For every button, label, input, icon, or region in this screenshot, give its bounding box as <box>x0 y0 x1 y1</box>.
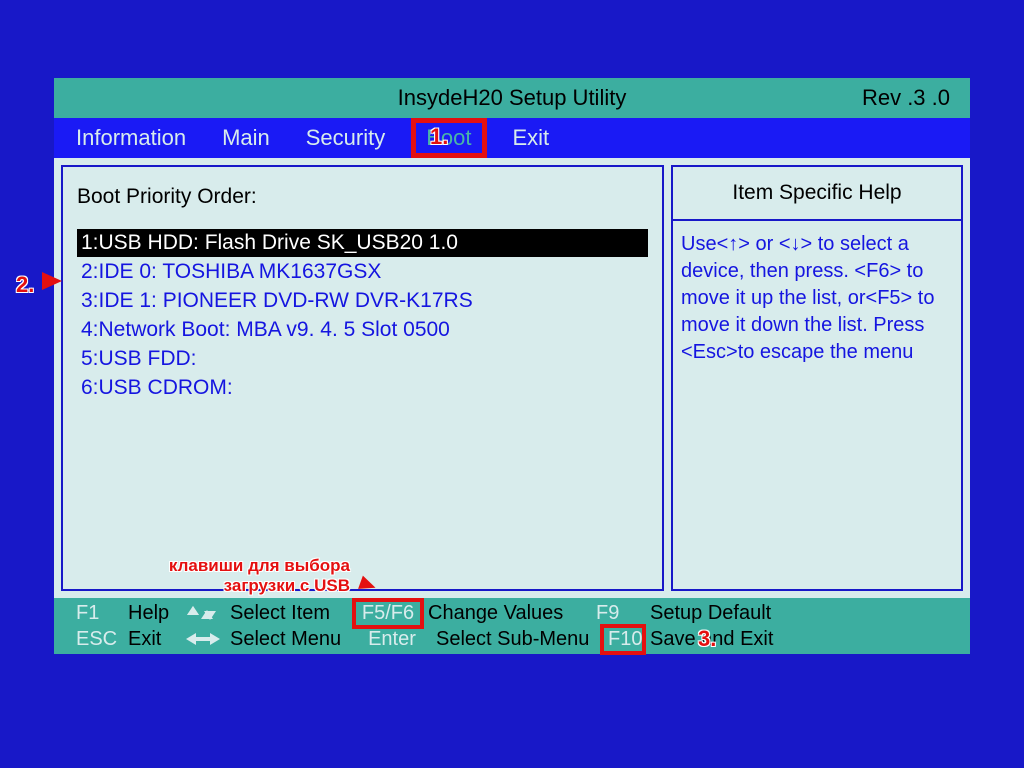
boot-item-6[interactable]: 6:USB CDROM: <box>77 374 648 402</box>
esc-key: ESC <box>76 628 120 651</box>
menu-security[interactable]: Security <box>306 125 385 151</box>
annotation-3: 3. <box>698 626 716 652</box>
boot-item-1[interactable]: 1:USB HDD: Flash Drive SK_USB20 1.0 <box>77 229 648 257</box>
menu-exit[interactable]: Exit <box>513 125 550 151</box>
app-title: InsydeH20 Setup Utility <box>194 85 830 111</box>
f5f6-key: F5/F6 <box>352 598 424 629</box>
menu-bar: Information Main Security Boot Exit <box>54 118 970 158</box>
help-label: Help <box>128 602 176 625</box>
menu-main[interactable]: Main <box>222 125 270 151</box>
exit-label: Exit <box>128 628 176 651</box>
boot-item-3[interactable]: 3:IDE 1: PIONEER DVD-RW DVR-K17RS <box>77 287 648 315</box>
select-item-label: Select Item <box>230 602 348 625</box>
footer-row-1: F1 Help Select Item F5/F6 Change Values … <box>76 600 970 626</box>
setup-default-label: Setup Default <box>650 602 771 625</box>
title-bar: InsydeH20 Setup Utility Rev .3 .0 <box>54 78 970 118</box>
revision-label: Rev .3 .0 <box>830 85 950 111</box>
f9-key: F9 <box>596 602 642 625</box>
select-menu-label: Select Menu <box>230 628 348 651</box>
footer-hints: F1 Help Select Item F5/F6 Change Values … <box>54 598 970 654</box>
help-title: Item Specific Help <box>673 167 961 221</box>
boot-item-5[interactable]: 5:USB FDD: <box>77 345 648 373</box>
boot-item-2[interactable]: 2:IDE 0: TOSHIBA MK1637GSX <box>77 258 648 286</box>
updown-arrows-icon <box>184 603 222 623</box>
boot-item-4[interactable]: 4:Network Boot: MBA v9. 4. 5 Slot 0500 <box>77 316 648 344</box>
content-area: Boot Priority Order: 1:USB HDD: Flash Dr… <box>61 165 963 591</box>
select-submenu-label: Select Sub-Menu <box>436 628 596 651</box>
boot-list[interactable]: 1:USB HDD: Flash Drive SK_USB20 1.0 2:ID… <box>77 229 648 402</box>
boot-priority-panel: Boot Priority Order: 1:USB HDD: Flash Dr… <box>61 165 664 591</box>
menu-information[interactable]: Information <box>76 125 186 151</box>
change-values-label: Change Values <box>428 602 588 625</box>
footer-row-2: ESC Exit Select Menu Enter Select Sub-Me… <box>76 626 970 652</box>
arrow-icon <box>42 272 62 290</box>
f10-key: F10 <box>600 624 646 655</box>
section-title: Boot Priority Order: <box>77 185 648 209</box>
help-panel: Item Specific Help Use<↑> or <↓> to sele… <box>671 165 963 591</box>
enter-key: Enter <box>356 628 428 651</box>
leftright-arrows-icon <box>184 629 222 649</box>
annotation-2: 2. <box>16 272 34 298</box>
help-text: Use<↑> or <↓> to select a device, then p… <box>673 221 961 376</box>
menu-boot[interactable]: Boot <box>411 118 486 158</box>
annotation-label: клавиши для выбора загрузки с USB <box>130 556 350 595</box>
f1-key: F1 <box>76 602 120 625</box>
annotation-1: 1. <box>430 124 448 150</box>
